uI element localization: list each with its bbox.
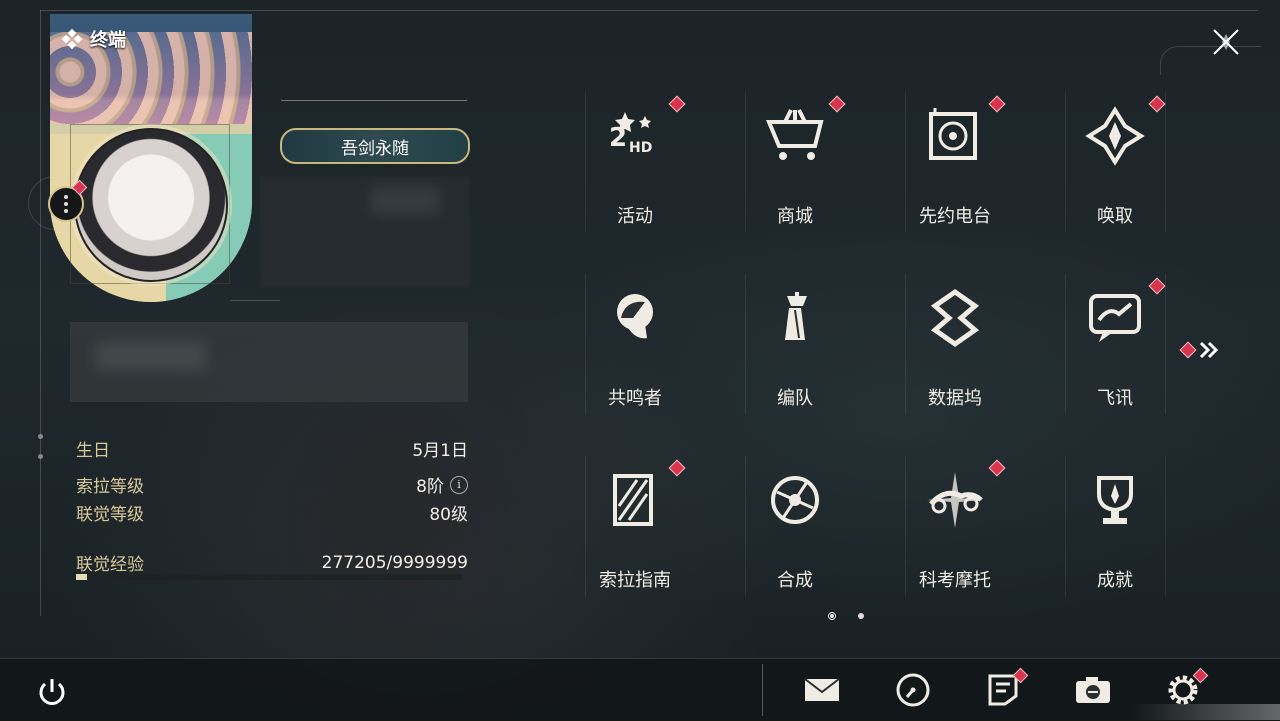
double-chevron-right-icon [1199, 341, 1219, 359]
synthesis-icon [771, 476, 819, 524]
close-icon[interactable] [1206, 22, 1246, 62]
menu-item[interactable]: 先约电台 [905, 92, 1065, 272]
convene-icon [1085, 106, 1145, 166]
next-page-button[interactable] [1179, 340, 1220, 360]
menu-item[interactable]: 科考摩托 [905, 456, 1065, 636]
menu-item-label: 科考摩托 [919, 570, 991, 591]
page-title: 终端 [90, 30, 126, 51]
stat-birthday: 生日 5月1日 [76, 436, 468, 461]
power-icon[interactable] [34, 674, 70, 710]
stat-label: 索拉等级 [76, 477, 144, 497]
separator-line [230, 300, 280, 301]
page-indicator [828, 612, 864, 620]
menu-item-label: 成就 [1097, 570, 1133, 591]
blurred-signature-panel [70, 322, 468, 402]
badge-dot [988, 95, 1006, 113]
diamond-grid-icon [62, 29, 82, 49]
stat-union-level: 联觉等级 80级 [76, 500, 468, 525]
exp-progress-bar [76, 574, 462, 580]
event-2hd-icon: 2 HD [609, 112, 652, 156]
stat-label: 联觉等级 [76, 505, 144, 525]
badge-dot [988, 459, 1006, 477]
stat-value: 5月1日 [412, 441, 468, 461]
menu-item[interactable]: 2 HD 活动 [585, 92, 745, 272]
menu-item-label: 共鸣者 [608, 388, 662, 409]
stat-value-wrap: 8阶 i [416, 472, 468, 497]
clock-button[interactable] [893, 670, 933, 710]
frame-line-top [40, 10, 1258, 11]
menu-item[interactable]: 成就 [1065, 456, 1225, 636]
stat-label: 联觉经验 [76, 555, 144, 575]
menu-item[interactable]: 编队 [745, 274, 905, 454]
badge-dot [828, 95, 846, 113]
menu-item[interactable]: 飞讯 [1065, 274, 1225, 454]
menu-item[interactable]: 索拉指南 [585, 456, 745, 636]
stat-value: 277205/9999999 [321, 552, 468, 573]
mail-button[interactable] [802, 670, 842, 710]
menu-item-label: 合成 [777, 570, 813, 591]
menu-item-label: 唤取 [1097, 206, 1133, 227]
badge-dot [1148, 277, 1166, 295]
camera-icon [1076, 677, 1110, 703]
menu-item-label: 编队 [777, 388, 813, 409]
avatar[interactable] [74, 128, 228, 282]
team-chess-icon [785, 292, 807, 340]
side-decoration [35, 430, 45, 470]
terminal-title: 终端 [62, 26, 126, 52]
svg-text:HD: HD [629, 140, 652, 156]
bottom-divider [762, 664, 763, 716]
shop-cart-icon [766, 109, 824, 160]
mail-icon [804, 678, 840, 701]
page-dot-active[interactable] [828, 612, 836, 620]
player-name: 吾剑永随 [341, 138, 409, 159]
menu-item-label: 商城 [777, 206, 813, 227]
menu-item-label: 活动 [617, 206, 653, 227]
blurred-info-panel [260, 176, 470, 288]
frame-line-left [40, 10, 41, 616]
corner-fade [1130, 704, 1280, 720]
page-dot[interactable] [858, 613, 864, 619]
menu-item[interactable]: 商城 [745, 92, 905, 272]
clock-icon [896, 673, 930, 707]
tile-divider [1165, 274, 1166, 414]
stat-sol-level: 索拉等级 8阶 i [76, 472, 468, 497]
stat-value: 80级 [429, 505, 468, 525]
stat-union-exp: 联觉经验 277205/9999999 [76, 550, 468, 576]
info-icon[interactable]: i [450, 475, 468, 494]
badge-dot [668, 459, 686, 477]
name-divider [281, 100, 467, 101]
menu-item[interactable]: 共鸣者 [585, 274, 745, 454]
menu-item[interactable]: 数据坞 [905, 274, 1065, 454]
badge-dot [668, 95, 686, 113]
camera-button[interactable] [1073, 670, 1113, 710]
next-page-badge-dot [1179, 341, 1197, 359]
stat-value: 8阶 [416, 477, 444, 497]
radio-icon [929, 108, 977, 160]
menu-item-label: 数据坞 [928, 388, 982, 409]
menu-item[interactable]: 唤取 [1065, 92, 1225, 272]
menu-item-label: 飞讯 [1097, 388, 1133, 409]
resonator-icon [617, 294, 653, 339]
messenger-icon [1089, 294, 1141, 342]
guide-icon [613, 474, 653, 526]
badge-dot [1148, 95, 1166, 113]
menu-item-label: 先约电台 [919, 206, 991, 227]
motorbike-icon [927, 472, 983, 528]
menu-item[interactable]: 合成 [745, 456, 905, 636]
notice-button[interactable] [983, 667, 1029, 710]
tile-divider [1165, 456, 1166, 596]
player-name-badge[interactable]: 吾剑永随 [280, 128, 470, 164]
exp-progress-fill [76, 574, 87, 580]
trophy-icon [1097, 476, 1133, 524]
more-vertical-icon [64, 194, 68, 215]
stat-label: 生日 [76, 441, 110, 461]
data-bank-icon [930, 288, 980, 348]
menu-item-label: 索拉指南 [599, 570, 671, 591]
tile-divider [1165, 92, 1166, 232]
